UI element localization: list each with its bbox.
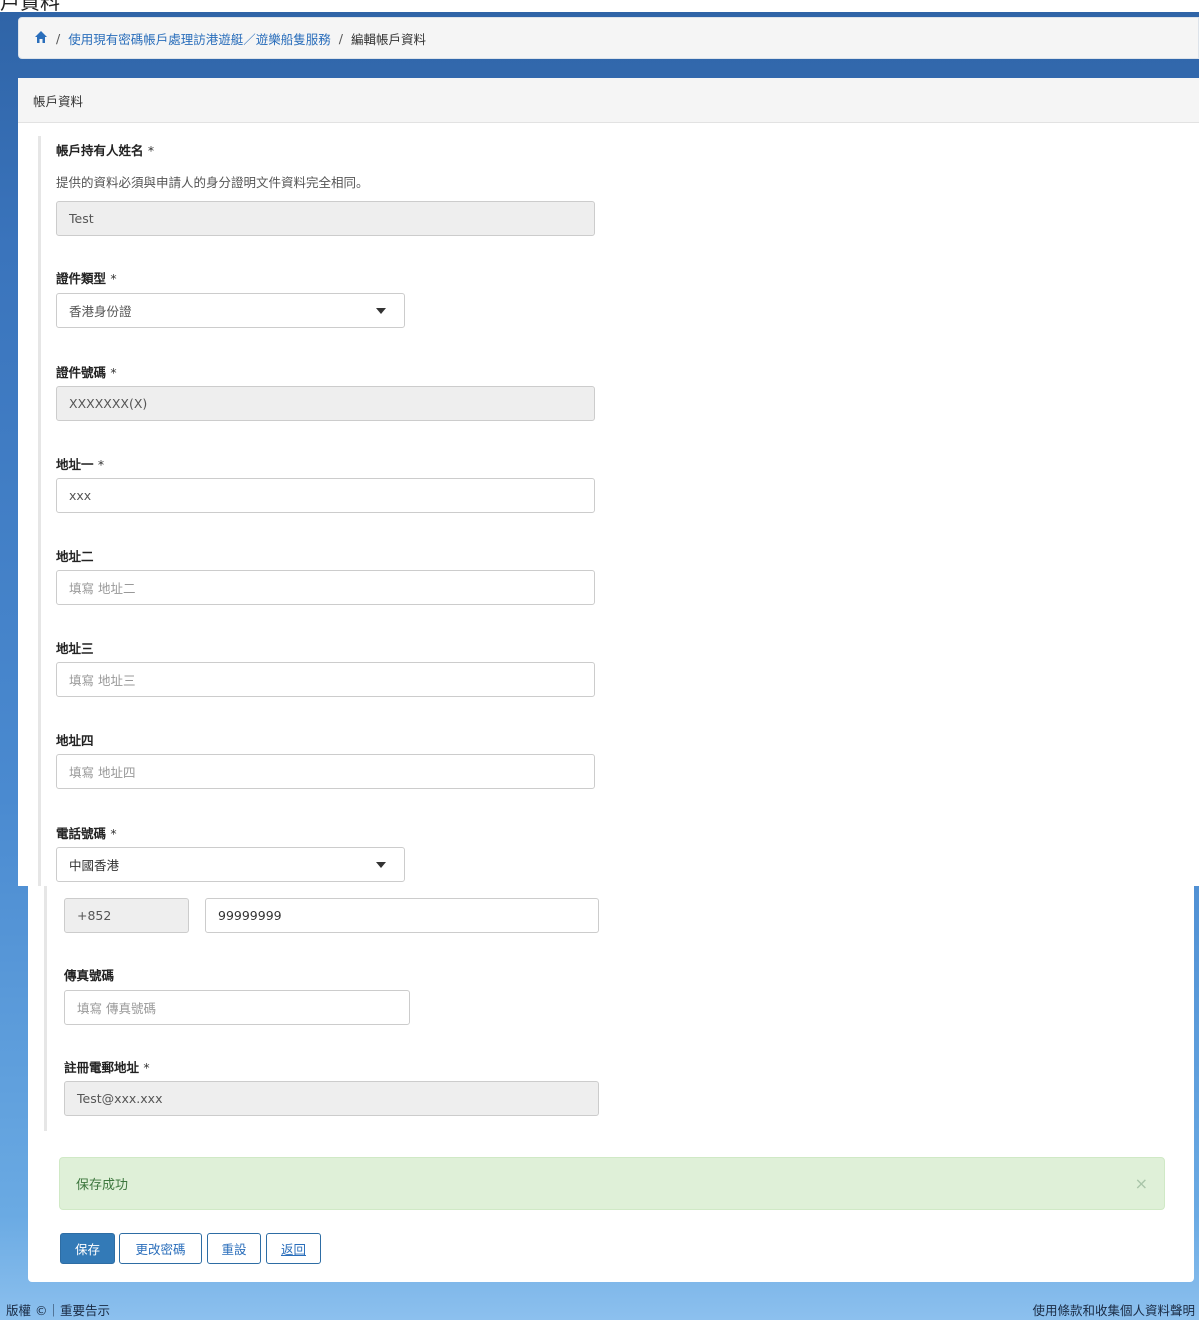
address3-field[interactable]: 填寫 地址三 — [56, 662, 595, 697]
doc-type-label: 證件類型 * — [56, 271, 117, 286]
email-field[interactable]: Test@xxx.xxx — [64, 1081, 599, 1116]
address1-label: 地址一 * — [56, 457, 105, 472]
form-group-border — [38, 136, 41, 886]
address4-field[interactable]: 填寫 地址四 — [56, 754, 595, 789]
email-label: 註冊電郵地址 * — [64, 1060, 150, 1075]
breadcrumb-current: 編輯帳戶資料 — [350, 31, 426, 47]
footer-copyright-link[interactable]: 版權 ©｜重要告示 — [6, 1300, 110, 1319]
panel-title: 帳戶資料 — [18, 78, 1199, 123]
holder-name-field[interactable]: Test — [56, 201, 595, 236]
save-button[interactable]: 保存 — [60, 1233, 115, 1264]
phone-number-field[interactable]: 99999999 — [205, 898, 599, 933]
address3-label: 地址三 — [56, 641, 94, 656]
home-icon[interactable] — [34, 30, 48, 47]
holder-name-help: 提供的資料必須與申請人的身分證明文件資料完全相同。 — [56, 175, 369, 190]
breadcrumb: / 使用現有密碼帳戶處理訪港遊艇／遊樂船隻服務 / 編輯帳戶資料 — [18, 17, 1199, 59]
breadcrumb-separator: / — [56, 30, 61, 46]
holder-name-label: 帳戶持有人姓名 * — [56, 143, 155, 158]
doc-type-select[interactable]: 香港身份證 — [56, 293, 405, 328]
breadcrumb-separator: / — [338, 30, 343, 46]
phone-label: 電話號碼 * — [56, 826, 117, 841]
address2-label: 地址二 — [56, 549, 94, 564]
footer-terms-link[interactable]: 使用條款和收集個人資料聲明 — [1032, 1300, 1195, 1319]
doc-number-label: 證件號碼 * — [56, 365, 117, 380]
close-icon[interactable]: × — [1135, 1174, 1148, 1193]
phone-region-select[interactable]: 中國香港 — [56, 847, 405, 882]
address2-field[interactable]: 填寫 地址二 — [56, 570, 595, 605]
address4-label: 地址四 — [56, 733, 94, 748]
fax-field[interactable]: 填寫 傳真號碼 — [64, 990, 410, 1025]
back-button[interactable]: 返回 — [266, 1233, 321, 1264]
caret-down-icon — [376, 861, 386, 868]
phone-code-field: +852 — [64, 898, 189, 933]
form-group-border — [44, 886, 47, 1131]
caret-down-icon — [376, 307, 386, 314]
address1-field[interactable]: xxx — [56, 478, 595, 513]
breadcrumb-service-link[interactable]: 使用現有密碼帳戶處理訪港遊艇／遊樂船隻服務 — [68, 29, 331, 48]
change-password-button[interactable]: 更改密碼 — [119, 1233, 202, 1264]
doc-number-field[interactable]: XXXXXXX(X) — [56, 386, 595, 421]
success-alert: 保存成功 × — [59, 1157, 1165, 1210]
alert-message: 保存成功 — [76, 1178, 129, 1193]
fax-label: 傳真號碼 — [64, 968, 115, 983]
reset-button[interactable]: 重設 — [207, 1233, 261, 1264]
